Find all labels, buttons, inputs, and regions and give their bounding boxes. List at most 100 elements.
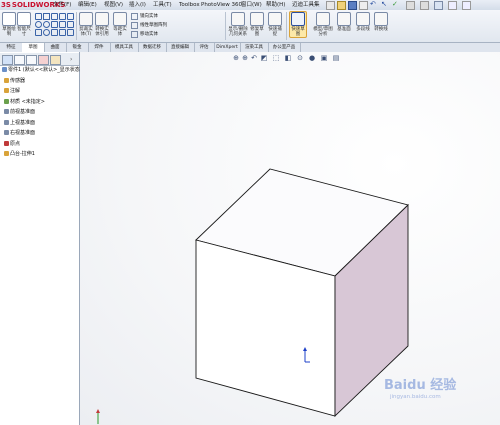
tree-item-label: 注解 xyxy=(10,88,21,94)
model-sketch-analysis-button[interactable]: 模型/草图分析 xyxy=(313,12,333,37)
smart-dimension-button[interactable]: 智能尺寸 xyxy=(17,12,31,37)
trim-button[interactable]: 剪裁实体(T) xyxy=(79,12,93,37)
tree-item[interactable]: 注解 xyxy=(4,87,20,95)
fillet-icon[interactable] xyxy=(51,29,58,36)
arc-icon[interactable] xyxy=(43,21,50,28)
open-icon[interactable] xyxy=(337,1,346,10)
tab-direct-editing[interactable]: 直接编辑 xyxy=(166,43,195,52)
tree-item[interactable]: 右视基准面 xyxy=(4,129,35,137)
plane-icon xyxy=(4,130,9,135)
rapid-sketch-button[interactable]: 快速草图 xyxy=(289,11,307,38)
annotation-icon xyxy=(4,88,9,93)
tree-item[interactable]: 传感器 xyxy=(4,77,25,85)
menu-tools[interactable]: 工具(T) xyxy=(153,0,172,10)
extrude-icon xyxy=(4,151,9,156)
plane-icon xyxy=(4,109,9,114)
spline-icon[interactable] xyxy=(35,29,42,36)
rectangle-icon[interactable] xyxy=(43,13,50,20)
menu-toolbox[interactable]: Toolbox xyxy=(179,0,200,10)
polyline-button[interactable]: 多段线 xyxy=(356,12,370,32)
material-icon xyxy=(4,98,9,104)
ellipse-icon[interactable] xyxy=(43,29,50,36)
dimension-icon xyxy=(17,12,31,26)
display-manager-tab-icon[interactable] xyxy=(50,55,61,65)
menu-insert[interactable]: 插入(I) xyxy=(129,0,146,10)
plane-icon xyxy=(4,119,9,125)
pattern-icon xyxy=(131,22,138,29)
menu-file[interactable]: 文件(F) xyxy=(53,0,71,10)
help-icon[interactable] xyxy=(462,1,471,10)
tree-item[interactable]: 材质 <未指定> xyxy=(4,98,45,106)
quick-access-toolbar: ↶ ↖ ✓ xyxy=(326,1,496,10)
tab-mold-tools[interactable]: 模具工具 xyxy=(110,43,139,52)
menu-window[interactable]: 窗口(W) xyxy=(241,0,262,10)
grid-icon[interactable] xyxy=(434,1,443,10)
tab-office-products[interactable]: 办公室产品 xyxy=(268,43,301,52)
tree-item[interactable]: 原点 xyxy=(4,140,20,148)
tab-data-migration[interactable]: 数据迁移 xyxy=(138,43,167,52)
window-icon[interactable] xyxy=(448,1,457,10)
convert-line-button[interactable]: 转换线 xyxy=(374,12,388,32)
rebuild-icon[interactable]: ✓ xyxy=(392,1,399,8)
menu-maidi-tools[interactable]: 迈迪工具集 xyxy=(292,0,320,10)
print-icon[interactable] xyxy=(359,1,368,10)
trim-icon xyxy=(79,12,93,26)
construction-icon[interactable] xyxy=(67,29,74,36)
tree-item[interactable]: 零件1 (默认<<默认>_显示状态 xyxy=(2,66,80,74)
undo-icon[interactable]: ↶ xyxy=(370,1,377,8)
new-icon[interactable] xyxy=(326,1,335,10)
tree-item-label: 原点 xyxy=(10,140,21,147)
ribbon-separator xyxy=(76,12,77,40)
convert-entities-button[interactable]: 转换实体引用 xyxy=(95,12,109,37)
display-delete-relations-button[interactable]: 显示/删除几何关系 xyxy=(228,12,248,37)
tab-features[interactable]: 特征 xyxy=(0,43,23,52)
customize-icon[interactable] xyxy=(420,1,429,10)
plane-sketch-icon[interactable] xyxy=(67,21,74,28)
origin-icon xyxy=(4,140,9,146)
spline-tool-icon[interactable] xyxy=(59,13,66,20)
dimxpert-tab-icon[interactable] xyxy=(38,55,49,65)
property-manager-tab-icon[interactable] xyxy=(14,55,25,65)
tree-item-label: 前视基准面 xyxy=(10,109,36,115)
tab-sketch[interactable]: 草图 xyxy=(22,43,45,52)
select-icon[interactable]: ↖ xyxy=(381,1,388,8)
menu-photoview[interactable]: PhotoView 360 xyxy=(201,0,242,10)
repair-sketch-button[interactable]: 修复草图 xyxy=(250,12,264,37)
tab-sheet-metal[interactable]: 钣金 xyxy=(66,43,89,52)
offset-entities-button[interactable]: 等距实体 xyxy=(113,12,127,37)
menu-help[interactable]: 帮助(H) xyxy=(266,0,285,10)
feature-tree-tab-icon[interactable] xyxy=(2,55,13,65)
tree-item-label: 凸台-拉伸1 xyxy=(10,151,35,157)
rapid-sketch-icon xyxy=(291,12,305,26)
sketch-icon xyxy=(2,12,16,26)
menu-edit[interactable]: 编辑(E) xyxy=(78,0,97,10)
menu-view[interactable]: 视图(V) xyxy=(104,0,123,10)
tree-item[interactable]: 上视基准面 xyxy=(4,119,35,127)
tab-surfaces[interactable]: 曲面 xyxy=(44,43,67,52)
ribbon-separator xyxy=(225,12,226,40)
circle-icon[interactable] xyxy=(35,21,42,28)
ref-plane-button[interactable]: 基准面 xyxy=(337,12,351,32)
polygon-icon[interactable] xyxy=(51,21,58,28)
quick-snaps-button[interactable]: 快速捕捉 xyxy=(268,12,282,37)
point-icon[interactable] xyxy=(59,21,66,28)
panel-expand-icon[interactable]: › xyxy=(70,56,72,63)
save-icon[interactable] xyxy=(348,1,357,10)
tab-dimxpert[interactable]: DimXpert xyxy=(214,43,241,52)
options-icon[interactable] xyxy=(406,1,415,10)
tab-evaluate[interactable]: 评估 xyxy=(194,43,215,52)
text-icon[interactable] xyxy=(59,29,66,36)
plane-ribbon-icon xyxy=(337,12,351,26)
line-icon[interactable] xyxy=(35,13,42,20)
sketch-button[interactable]: 草图绘制 xyxy=(2,12,16,37)
tab-weldments[interactable]: 焊件 xyxy=(88,43,111,52)
centerline-icon[interactable] xyxy=(67,13,74,20)
polyline-icon xyxy=(356,12,370,26)
tree-item[interactable]: 凸台-拉伸1 xyxy=(4,150,35,158)
tab-render-tools[interactable]: 渲染工具 xyxy=(240,43,269,52)
tree-item[interactable]: 前视基准面 xyxy=(4,108,35,116)
tree-item-label: 传感器 xyxy=(10,77,26,84)
configuration-manager-tab-icon[interactable] xyxy=(26,55,37,65)
slot-icon[interactable] xyxy=(51,13,58,20)
ribbon-separator xyxy=(286,12,287,40)
